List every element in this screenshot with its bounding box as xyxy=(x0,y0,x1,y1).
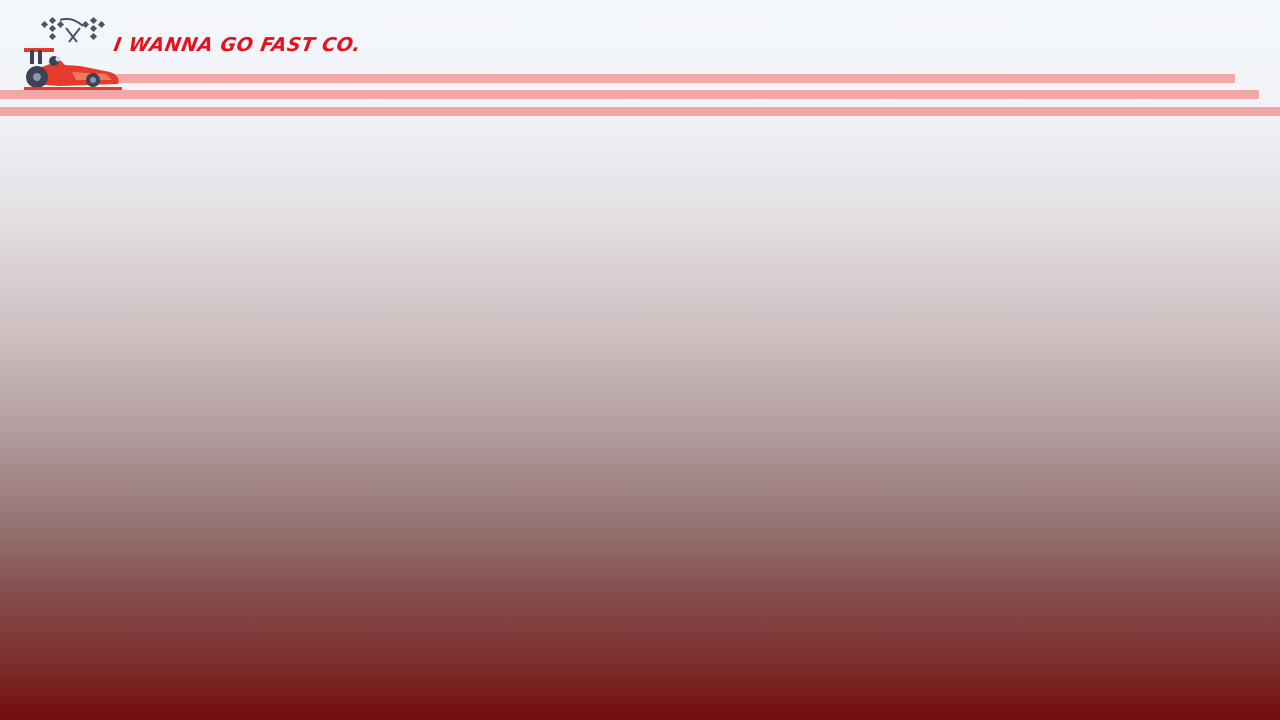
page-background xyxy=(0,120,1280,720)
site-header: I WANNA GO FAST CO. xyxy=(0,0,1280,120)
home-logo-link[interactable]: I WANNA GO FAST CO. xyxy=(20,14,365,94)
brand-name: I WANNA GO FAST CO. xyxy=(112,34,363,56)
speed-stripe xyxy=(0,107,1280,116)
